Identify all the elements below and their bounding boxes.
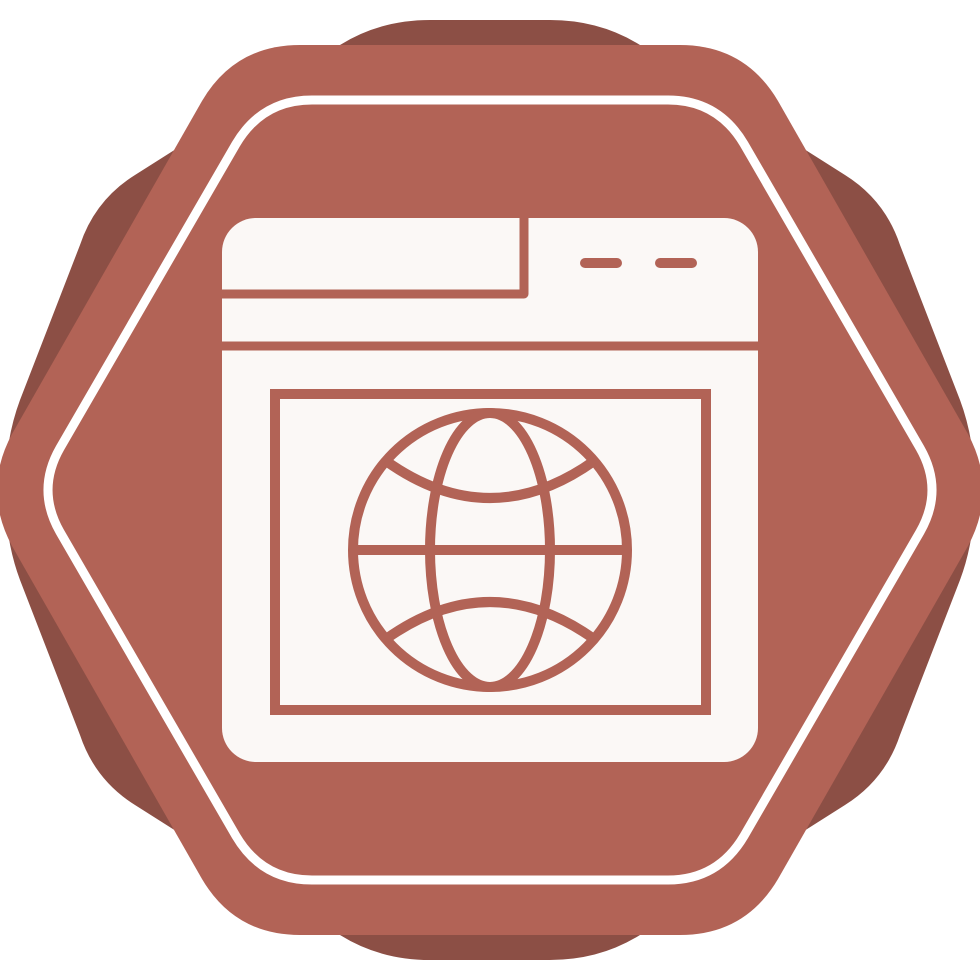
browser-window-body [222, 218, 758, 762]
browser-globe-badge [0, 0, 980, 980]
browser-window-icon [216, 214, 764, 762]
badge-graphic [0, 20, 980, 960]
